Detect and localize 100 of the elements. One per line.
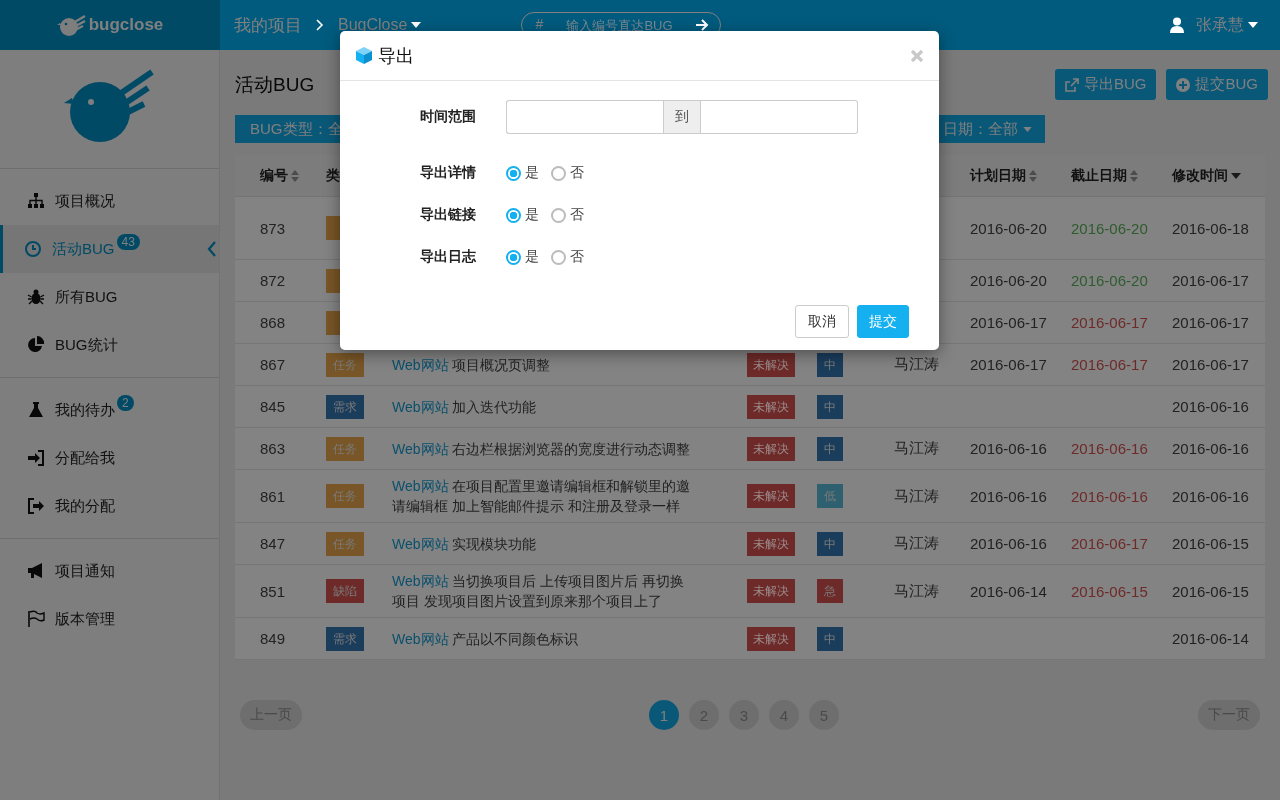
close-icon[interactable] bbox=[910, 48, 924, 63]
user-icon bbox=[1170, 17, 1184, 33]
table-cell: 2016-06-16 bbox=[1172, 487, 1249, 505]
table-cell-text: 873 bbox=[260, 218, 287, 239]
table-cell: 2016-06-17 bbox=[970, 314, 1047, 331]
column-header[interactable]: 修改时间 bbox=[1172, 166, 1265, 185]
pie-icon bbox=[27, 336, 45, 354]
sidebar-item[interactable]: 分配给我 bbox=[0, 434, 219, 482]
radio-option[interactable]: 否 bbox=[551, 248, 584, 266]
table-cell-text: 868 bbox=[260, 313, 287, 333]
table-cell-text: 849 bbox=[260, 629, 287, 649]
table-cell: 2016-06-20 bbox=[1071, 219, 1148, 237]
radio-option[interactable]: 是 bbox=[506, 164, 539, 182]
start-date-field[interactable] bbox=[506, 100, 663, 134]
caret-icon bbox=[411, 22, 422, 28]
sort-icon bbox=[1029, 169, 1037, 182]
dialog-title: 导出 bbox=[378, 44, 414, 68]
priority-tag: 中 bbox=[817, 436, 843, 461]
table-cell-text: 863 bbox=[260, 439, 287, 459]
priority-tag: 中 bbox=[817, 626, 843, 651]
column-header[interactable]: 截止日期 bbox=[1071, 166, 1172, 185]
type-tag: 需求 bbox=[326, 394, 364, 419]
table-cell: 2016-06-15 bbox=[1071, 582, 1148, 600]
flag-icon bbox=[27, 610, 45, 628]
sidebar-item[interactable]: 活动BUG 43 bbox=[0, 225, 219, 273]
status-tag: 未解决 bbox=[747, 484, 795, 508]
submit-button[interactable]: 提交 bbox=[857, 305, 909, 338]
table-cell: 马江涛 bbox=[894, 439, 939, 458]
type-tag: 任务 bbox=[326, 436, 364, 461]
column-header[interactable]: 计划日期 bbox=[970, 166, 1071, 185]
table-cell: 2016-06-16 bbox=[970, 535, 1047, 552]
table-cell-text: 872 bbox=[260, 271, 287, 291]
sidebar-item[interactable]: 所有BUG bbox=[0, 273, 219, 321]
priority-tag: 中 bbox=[817, 352, 843, 377]
range-separator: 到 bbox=[663, 100, 701, 134]
sidebar-item[interactable]: 我的待办 2 bbox=[0, 386, 219, 434]
table-cell-text: 847 bbox=[260, 534, 287, 554]
status-tag: 未解决 bbox=[747, 626, 795, 651]
bug-title[interactable]: Web网站 加入迭代功能 bbox=[392, 396, 537, 417]
status-tag: 未解决 bbox=[747, 531, 795, 556]
radio-option[interactable]: 否 bbox=[551, 206, 584, 224]
field-label: 时间范围 bbox=[419, 108, 476, 126]
table-cell: 2016-06-20 bbox=[970, 272, 1047, 289]
priority-tag: 急 bbox=[817, 579, 843, 603]
table-cell: 2016-06-17 bbox=[1071, 356, 1148, 373]
signout-icon bbox=[27, 497, 45, 515]
priority-tag: 中 bbox=[817, 531, 843, 556]
bullhorn-icon bbox=[27, 562, 45, 580]
priority-tag: 低 bbox=[817, 484, 843, 508]
bug-title[interactable]: Web网站 实现模块功能 bbox=[392, 533, 537, 554]
table-cell: 2016-06-20 bbox=[970, 219, 1047, 237]
sidebar-item[interactable]: BUG统计 bbox=[0, 321, 219, 369]
count-badge: 2 bbox=[117, 395, 134, 411]
sidebar-item[interactable]: 我的分配 bbox=[0, 482, 219, 530]
cancel-button[interactable]: 取消 bbox=[795, 305, 849, 338]
radio-option[interactable]: 是 bbox=[506, 206, 539, 224]
table-cell-text: 845 bbox=[260, 397, 287, 417]
flask-icon bbox=[27, 401, 45, 419]
radio-option[interactable]: 是 bbox=[506, 248, 539, 266]
bird-logo-icon bbox=[56, 13, 87, 37]
type-tag: 需求 bbox=[326, 626, 364, 651]
status-tag: 未解决 bbox=[747, 579, 795, 603]
signin-icon bbox=[27, 449, 45, 467]
caret-icon bbox=[1248, 22, 1258, 28]
bug-title[interactable]: Web网站 当切换项目后 上传项目图片后 再切换项目 发现项目图片设置到原来那个项目上了 bbox=[392, 571, 697, 611]
bug-title[interactable]: Web网站 在项目配置里邀请编辑框和解锁里的邀请编辑框 加上智能邮件提示 和注册及登录一样 bbox=[392, 476, 697, 516]
page-title: 活动BUG bbox=[235, 72, 315, 97]
bug-title[interactable]: Web网站 项目概况页调整 bbox=[392, 354, 551, 375]
table-cell: 2016-06-17 bbox=[1071, 535, 1148, 552]
sidebar-item[interactable]: 项目概况 bbox=[0, 177, 219, 225]
status-tag: 未解决 bbox=[747, 352, 795, 377]
table-cell: 2016-06-17 bbox=[1172, 314, 1249, 331]
cube-icon bbox=[356, 47, 372, 64]
sidebar-item[interactable]: 项目通知 bbox=[0, 547, 219, 595]
status-tag: 未解决 bbox=[747, 394, 795, 419]
table-cell: 2016-06-18 bbox=[1172, 219, 1249, 237]
table-cell: 2016-06-14 bbox=[1172, 630, 1249, 647]
bug-title[interactable]: Web网站 产品以不同颜色标识 bbox=[392, 628, 579, 649]
end-date-field[interactable] bbox=[701, 100, 858, 134]
sort-icon bbox=[1130, 169, 1138, 182]
table-cell: 马江涛 bbox=[894, 581, 939, 601]
bug-title[interactable]: Web网站 右边栏根据浏览器的宽度进行动态调整 bbox=[392, 438, 691, 459]
table-cell: 2016-06-17 bbox=[1172, 356, 1249, 373]
table-cell-text: 851 bbox=[260, 581, 287, 602]
table-cell: 马江涛 bbox=[894, 486, 939, 506]
bird-logo-icon bbox=[63, 68, 156, 142]
table-cell: 2016-06-16 bbox=[970, 487, 1047, 505]
clock-icon bbox=[24, 240, 42, 258]
column-header[interactable]: 编号 bbox=[260, 166, 326, 185]
table-cell: 2016-06-20 bbox=[1071, 272, 1148, 289]
sort-down-icon bbox=[1231, 172, 1241, 179]
table-cell: 2016-06-15 bbox=[1172, 582, 1249, 600]
table-cell: 2016-06-16 bbox=[1071, 487, 1148, 505]
field-label: 导出详情 bbox=[419, 164, 476, 182]
radio-option[interactable]: 否 bbox=[551, 164, 584, 182]
type-tag: 任务 bbox=[326, 352, 364, 377]
sidebar-item[interactable]: 版本管理 bbox=[0, 595, 219, 643]
hash-label: # bbox=[535, 16, 544, 32]
caret-icon bbox=[1023, 126, 1032, 132]
logo-text: bugclose bbox=[88, 15, 164, 35]
